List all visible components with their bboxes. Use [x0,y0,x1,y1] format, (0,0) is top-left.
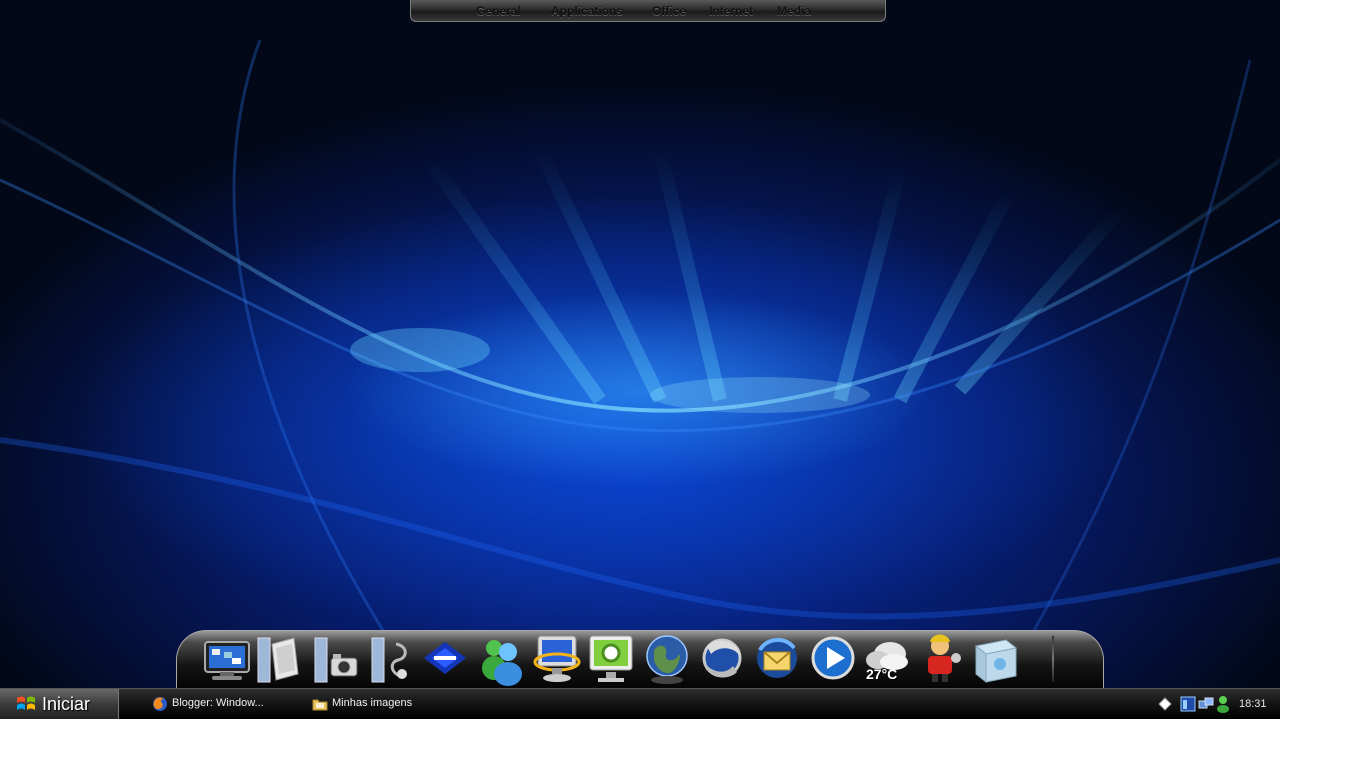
windows-logo-icon [17,696,35,710]
messenger-icon[interactable] [476,632,526,686]
menu-internet[interactable]: Internet [709,4,753,18]
wallpaper-rays [0,39,1280,688]
control-panel-icon[interactable] [586,632,636,686]
menu-media[interactable]: Media [777,4,811,18]
globe-icon[interactable] [642,632,692,686]
recycle-bin-icon[interactable] [970,632,1020,686]
character-icon[interactable] [916,632,966,686]
task-button-blogger[interactable]: Blogger: Window... [152,693,302,715]
top-menu-bar: General Applications Office Internet Med… [410,0,886,22]
desktop [0,0,1280,688]
thunderbird-icon[interactable] [752,632,802,686]
receita-federal-icon[interactable] [420,632,470,686]
system-tray: 18:31 [1150,689,1280,719]
start-button[interactable]: Iniciar [0,689,119,719]
desktop-monitor-icon[interactable] [202,632,252,686]
tray-diamond-icon[interactable] [1158,697,1172,711]
weather-temperature: 27°C [866,666,898,682]
tray-window-icon[interactable] [1180,696,1196,712]
menu-office[interactable]: Office [652,4,686,18]
tray-messenger-icon[interactable] [1216,695,1230,713]
my-computer-icon[interactable] [532,632,582,686]
firefox-icon [153,697,167,711]
media-player-icon[interactable] [808,632,858,686]
pictures-camera-icon[interactable] [311,632,361,686]
web-browser-icon[interactable] [697,632,747,686]
menu-applications[interactable]: Applications [551,4,623,18]
task-button-minhas-imagens[interactable]: Minhas imagens [312,693,462,715]
task-label-minhas-imagens: Minhas imagens [332,697,413,709]
tray-network-icon[interactable] [1198,696,1214,712]
music-folder-icon[interactable] [368,632,418,686]
weather-widget[interactable]: 27°C [862,632,912,686]
clock[interactable]: 18:31 [1239,698,1267,710]
dock-divider [1052,636,1054,682]
taskbar: Iniciar Blogger: Window... Minhas imagen… [0,688,1280,719]
start-label: Iniciar [42,694,91,714]
folder-icon [312,699,328,711]
task-label-blogger: Blogger: Window... [172,697,264,709]
menu-general[interactable]: General [476,4,521,18]
documents-icon[interactable] [254,632,304,686]
